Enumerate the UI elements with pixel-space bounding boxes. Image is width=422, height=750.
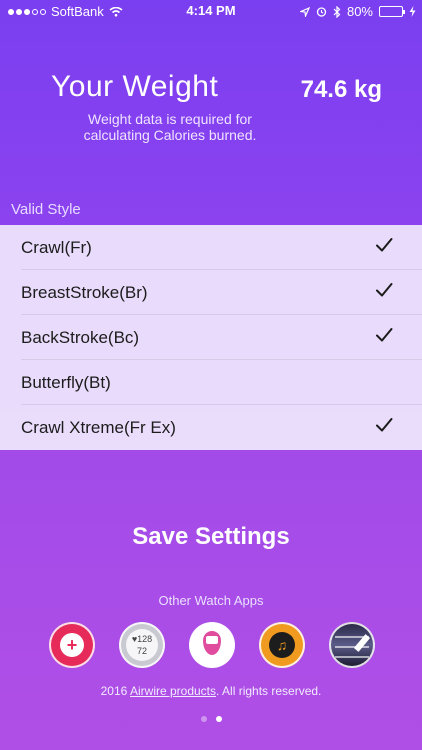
style-row-butterfly[interactable]: Butterfly(Bt) (0, 360, 422, 405)
page-dot[interactable] (200, 716, 207, 722)
section-label: Valid Style (11, 201, 81, 218)
drawing-app-icon[interactable] (329, 622, 375, 668)
music-glyph: ♫ (269, 632, 295, 658)
footer: 2016 Airwire products. All rights reserv… (0, 684, 422, 698)
music-app-icon[interactable]: ♫ (259, 622, 305, 668)
weight-value[interactable]: 74.6 kg (301, 76, 382, 104)
style-label: Butterfly(Bt) (21, 372, 111, 392)
checkmark-icon (376, 238, 393, 252)
check-slot (374, 235, 394, 260)
style-row-crawl-xtreme[interactable]: Crawl Xtreme(Fr Ex) (0, 405, 422, 450)
style-label: BreastStroke(Br) (21, 282, 148, 302)
style-label: Crawl(Fr) (21, 237, 92, 257)
other-apps-row: + ♥128 72 ♫ (0, 622, 422, 668)
alarm-icon (316, 7, 327, 17)
style-row-backstroke[interactable]: BackStroke(Bc) (0, 315, 422, 360)
plus-glyph: + (66, 635, 78, 655)
checkmark-icon (376, 328, 393, 342)
page-dot[interactable] (215, 716, 222, 722)
style-list: Crawl(Fr) BreastStroke(Br) BackStroke(Bc… (0, 225, 422, 450)
location-icon (299, 6, 310, 17)
style-row-crawl[interactable]: Crawl(Fr) (0, 225, 422, 270)
battery-icon (379, 6, 405, 17)
style-label: BackStroke(Bc) (21, 327, 140, 347)
bluetooth-icon (333, 5, 341, 18)
footer-year: 2016 (100, 684, 128, 698)
style-row-breaststroke[interactable]: BreastStroke(Br) (0, 270, 422, 315)
airwire-products-link[interactable]: Airwire products (130, 684, 216, 698)
other-apps-label: Other Watch Apps (158, 593, 264, 608)
heart-rate-app-icon[interactable]: ♥128 72 (119, 622, 165, 668)
status-bar: SoftBank 4:14 PM 80% (0, 0, 422, 22)
battery-percent: 80% (346, 4, 373, 19)
checkmark-icon (376, 418, 393, 432)
scale-app-icon[interactable]: + (49, 622, 95, 668)
weight-title: Your Weight (51, 70, 219, 103)
charging-icon (409, 6, 416, 17)
footer-suffix: . All rights reserved. (216, 684, 322, 698)
status-right: 80% (299, 4, 416, 19)
checkmark-icon (376, 283, 393, 297)
check-slot (374, 325, 394, 350)
check-slot (374, 280, 394, 305)
page-indicator[interactable] (0, 716, 422, 722)
check-slot (374, 415, 394, 440)
location-pin-app-icon[interactable] (189, 622, 235, 668)
save-settings-button[interactable]: Save Settings (0, 523, 422, 551)
heart-rate-readout: ♥128 72 (126, 629, 158, 661)
style-label: Crawl Xtreme(Fr Ex) (21, 417, 176, 437)
weight-note: Weight data is required for calculating … (83, 111, 257, 143)
